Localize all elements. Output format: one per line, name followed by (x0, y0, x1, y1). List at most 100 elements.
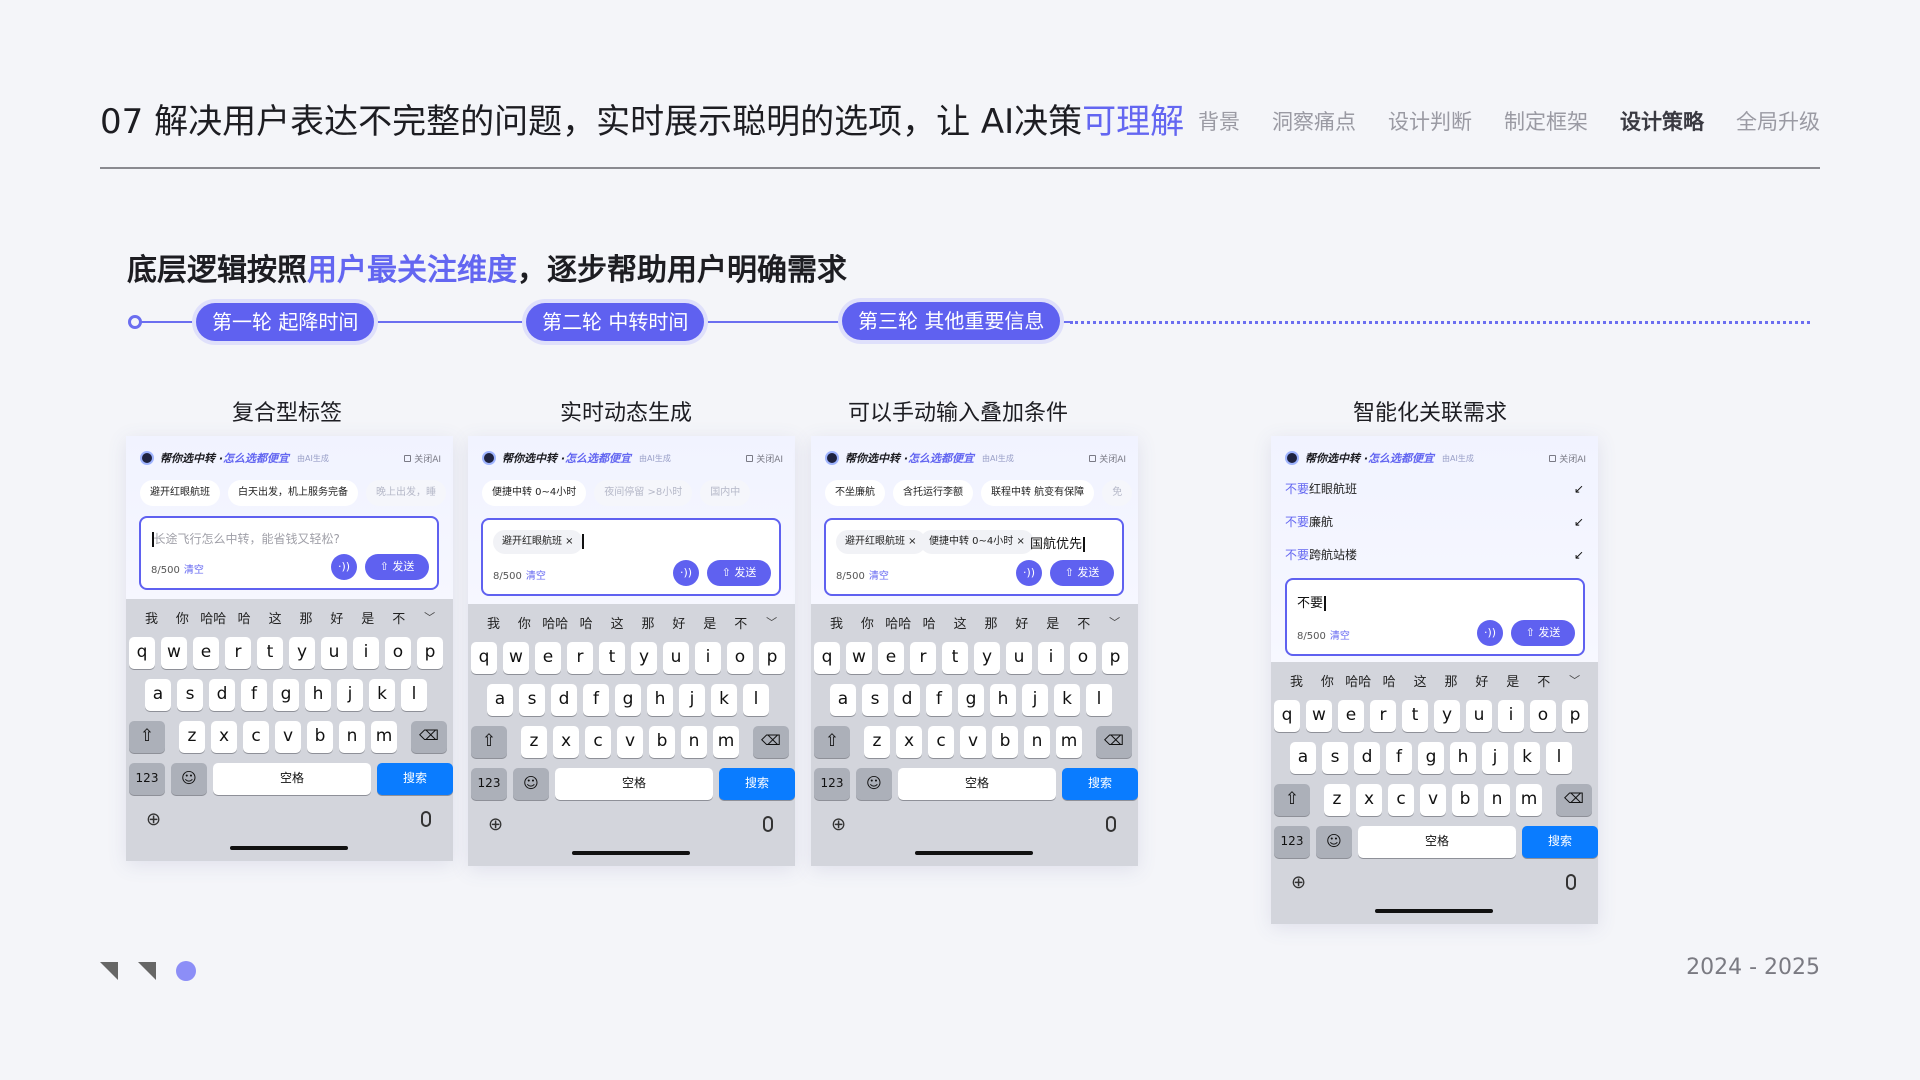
key[interactable]: z (864, 726, 890, 758)
candidate-word[interactable]: 我 (478, 613, 509, 632)
chat-input-box[interactable]: 长途飞行怎么中转，能省钱又轻松? 8/500 清空 ·)) ⇧ 发送 (139, 516, 439, 590)
space-key[interactable]: 空格 (1358, 826, 1516, 858)
candidate-word[interactable]: 哈 (571, 613, 602, 632)
candidate-word[interactable]: 这 (260, 608, 291, 627)
candidate-word[interactable]: 那 (633, 613, 664, 632)
key[interactable]: l (1546, 742, 1572, 774)
voice-button[interactable]: ·)) (331, 554, 357, 580)
key[interactable]: a (1290, 742, 1316, 774)
key[interactable]: s (862, 684, 888, 716)
nav-item-upgrade[interactable]: 全局升级 (1736, 106, 1820, 136)
space-key[interactable]: 空格 (555, 768, 713, 800)
numbers-key[interactable]: 123 (1274, 826, 1310, 858)
key[interactable]: h (990, 684, 1016, 716)
key[interactable]: f (241, 679, 267, 711)
candidate-word[interactable]: 是 (694, 613, 725, 632)
space-key[interactable]: 空格 (898, 768, 1056, 800)
key[interactable]: a (487, 684, 513, 716)
globe-icon[interactable]: ⊕ (146, 809, 161, 830)
key[interactable]: k (711, 684, 737, 716)
candidate-word[interactable]: 这 (1405, 671, 1436, 690)
key[interactable]: u (1466, 700, 1492, 732)
suggestion-chip[interactable]: 晚上出发，睡 (366, 480, 446, 506)
suggestion-chip[interactable]: 国内中 (700, 480, 751, 506)
key[interactable]: b (1452, 784, 1478, 816)
key[interactable]: o (385, 637, 411, 669)
candidate-word[interactable]: 哈哈 (198, 608, 229, 627)
candidate-word[interactable]: 那 (1436, 671, 1467, 690)
voice-button[interactable]: ·)) (1016, 560, 1042, 586)
suggestion-row[interactable]: 不要 跨航站楼 ↙ (1285, 546, 1584, 563)
key[interactable]: m (713, 726, 739, 758)
globe-icon[interactable]: ⊕ (488, 814, 503, 835)
chevron-down-icon[interactable]: ﹀ (414, 609, 445, 625)
key[interactable]: b (307, 721, 333, 753)
key[interactable]: g (615, 684, 641, 716)
clear-button[interactable]: 清空 (869, 571, 889, 582)
key[interactable]: f (926, 684, 952, 716)
key[interactable]: s (1322, 742, 1348, 774)
chevron-down-icon[interactable]: ﹀ (1099, 614, 1130, 630)
shift-key[interactable]: ⇧ (129, 721, 165, 753)
key[interactable]: y (974, 642, 1000, 674)
key[interactable]: x (553, 726, 579, 758)
key[interactable]: p (417, 637, 443, 669)
close-ai-button[interactable]: 关闭AI (1549, 452, 1586, 465)
key[interactable]: k (1054, 684, 1080, 716)
globe-icon[interactable]: ⊕ (831, 814, 846, 835)
candidate-word[interactable]: 这 (945, 613, 976, 632)
key[interactable]: w (1306, 700, 1332, 732)
candidate-word[interactable]: 不 (1528, 671, 1559, 690)
key[interactable]: j (1482, 742, 1508, 774)
key[interactable]: o (727, 642, 753, 674)
numbers-key[interactable]: 123 (471, 768, 507, 800)
nav-item-strategy[interactable]: 设计策略 (1620, 106, 1704, 136)
clear-button[interactable]: 清空 (184, 565, 204, 576)
candidate-word[interactable]: 好 (1006, 613, 1037, 632)
suggestion-row[interactable]: 不要 红眼航班 ↙ (1285, 480, 1584, 497)
suggestion-row[interactable]: 不要 廉航 ↙ (1285, 513, 1584, 530)
candidate-word[interactable]: 好 (663, 613, 694, 632)
suggestion-chip[interactable]: 夜间停留 >8小时 (594, 480, 693, 506)
key[interactable]: i (353, 637, 379, 669)
emoji-key[interactable]: ☺ (856, 768, 892, 800)
key[interactable]: n (339, 721, 365, 753)
key[interactable]: f (1386, 742, 1412, 774)
key[interactable]: p (1102, 642, 1128, 674)
clear-button[interactable]: 清空 (526, 571, 546, 582)
send-button[interactable]: ⇧ 发送 (707, 560, 771, 586)
key[interactable]: p (1562, 700, 1588, 732)
key[interactable]: x (211, 721, 237, 753)
chevron-down-icon[interactable]: ﹀ (1559, 672, 1590, 688)
chevron-down-icon[interactable]: ﹀ (756, 614, 787, 630)
key[interactable]: d (551, 684, 577, 716)
key[interactable]: l (401, 679, 427, 711)
insert-arrow-icon[interactable]: ↙ (1574, 548, 1584, 562)
key[interactable]: u (1006, 642, 1032, 674)
key[interactable]: q (471, 642, 497, 674)
candidate-word[interactable]: 是 (352, 608, 383, 627)
close-ai-button[interactable]: 关闭AI (1089, 452, 1126, 465)
key[interactable]: b (992, 726, 1018, 758)
key[interactable]: x (896, 726, 922, 758)
suggestion-chip[interactable]: 免 (1102, 480, 1133, 506)
key[interactable]: y (1434, 700, 1460, 732)
suggestion-chip[interactable]: 联程中转 航变有保障 (981, 480, 1095, 506)
key[interactable]: m (371, 721, 397, 753)
key[interactable]: i (1038, 642, 1064, 674)
key[interactable]: t (257, 637, 283, 669)
candidate-word[interactable]: 我 (821, 613, 852, 632)
key[interactable]: t (599, 642, 625, 674)
candidate-word[interactable]: 我 (136, 608, 167, 627)
key[interactable]: v (1420, 784, 1446, 816)
key[interactable]: k (369, 679, 395, 711)
key[interactable]: d (894, 684, 920, 716)
globe-icon[interactable]: ⊕ (1291, 872, 1306, 893)
key[interactable]: g (273, 679, 299, 711)
candidate-word[interactable]: 哈哈 (1343, 671, 1374, 690)
search-key[interactable]: 搜索 (1062, 768, 1138, 800)
suggestion-chip[interactable]: 避开红眼航班 (140, 480, 220, 506)
key[interactable]: u (321, 637, 347, 669)
selected-tag[interactable]: 便捷中转 0~4小时 × (920, 530, 1034, 554)
key[interactable]: c (585, 726, 611, 758)
